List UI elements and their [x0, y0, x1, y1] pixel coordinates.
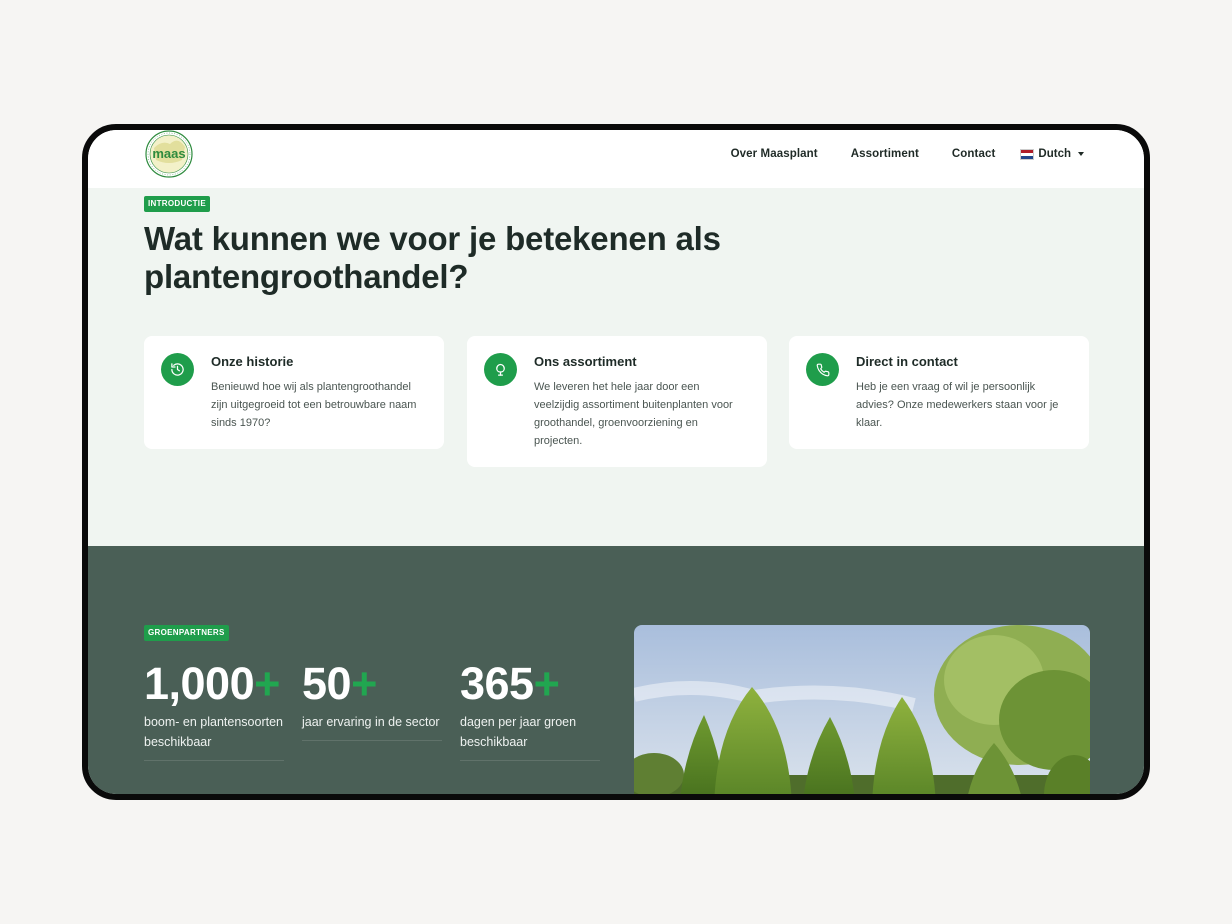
nav-contact[interactable]: Contact — [952, 148, 996, 160]
logo-text: maas — [152, 146, 185, 161]
plus-sign: + — [351, 658, 377, 709]
stat-days-available: 365+ dagen per jaar groen beschikbaar — [460, 658, 600, 761]
stat-number: 1,000+ — [144, 658, 280, 709]
device-frame: maas Over Maasplant Assortiment Contact … — [82, 124, 1150, 800]
card-text: Heb je een vraag of wil je persoonlijk a… — [856, 381, 1059, 429]
card-title: Onze historie — [211, 354, 294, 369]
site-header: maas Over Maasplant Assortiment Contact … — [88, 130, 1144, 188]
chevron-down-icon — [1078, 152, 1084, 156]
language-label: Dutch — [1038, 148, 1071, 160]
dutch-flag-icon — [1020, 148, 1035, 160]
stat-number: 50+ — [302, 658, 377, 709]
partners-tag: GROENPARTNERS — [144, 625, 229, 641]
plus-sign: + — [533, 658, 560, 709]
stat-label: jaar ervaring in de sector — [302, 715, 440, 729]
card-assortment[interactable]: Ons assortiment We leveren het hele jaar… — [467, 336, 767, 467]
partners-section: GROENPARTNERS 1,000+ boom- en plantensoo… — [88, 546, 1144, 794]
browser-screen: maas Over Maasplant Assortiment Contact … — [88, 130, 1144, 794]
card-history[interactable]: Onze historie Benieuwd hoe wij als plant… — [144, 336, 444, 449]
nav-assortiment[interactable]: Assortiment — [851, 148, 919, 160]
card-text: Benieuwd hoe wij als plantengroothandel … — [211, 381, 417, 429]
history-icon — [161, 353, 194, 386]
main-nav: Over Maasplant Assortiment Contact Dutch — [698, 130, 1084, 178]
card-title: Ons assortiment — [534, 354, 637, 369]
stat-years-experience: 50+ jaar ervaring in de sector — [302, 658, 442, 741]
card-text: We leveren het hele jaar door een veelzi… — [534, 381, 733, 447]
page-title: Wat kunnen we voor je betekenen als plan… — [144, 220, 721, 295]
stat-number: 365+ — [460, 658, 560, 709]
card-contact[interactable]: Direct in contact Heb je een vraag of wi… — [789, 336, 1089, 449]
nav-over-maasplant[interactable]: Over Maasplant — [731, 148, 818, 160]
intro-tag: INTRODUCTIE — [144, 196, 210, 212]
language-selector[interactable]: Dutch — [1020, 148, 1084, 160]
divider — [460, 760, 600, 761]
divider — [144, 760, 284, 761]
tree-icon — [484, 353, 517, 386]
stat-label: boom- en plantensoorten beschikbaar — [144, 715, 283, 749]
card-title: Direct in contact — [856, 354, 958, 369]
stat-label: dagen per jaar groen beschikbaar — [460, 715, 577, 749]
divider — [302, 740, 442, 741]
maas-logo[interactable]: maas — [144, 130, 194, 180]
stat-plant-species: 1,000+ boom- en plantensoorten beschikba… — [144, 658, 284, 761]
plus-sign: + — [254, 658, 280, 709]
nursery-photo — [634, 625, 1090, 794]
phone-icon — [806, 353, 839, 386]
